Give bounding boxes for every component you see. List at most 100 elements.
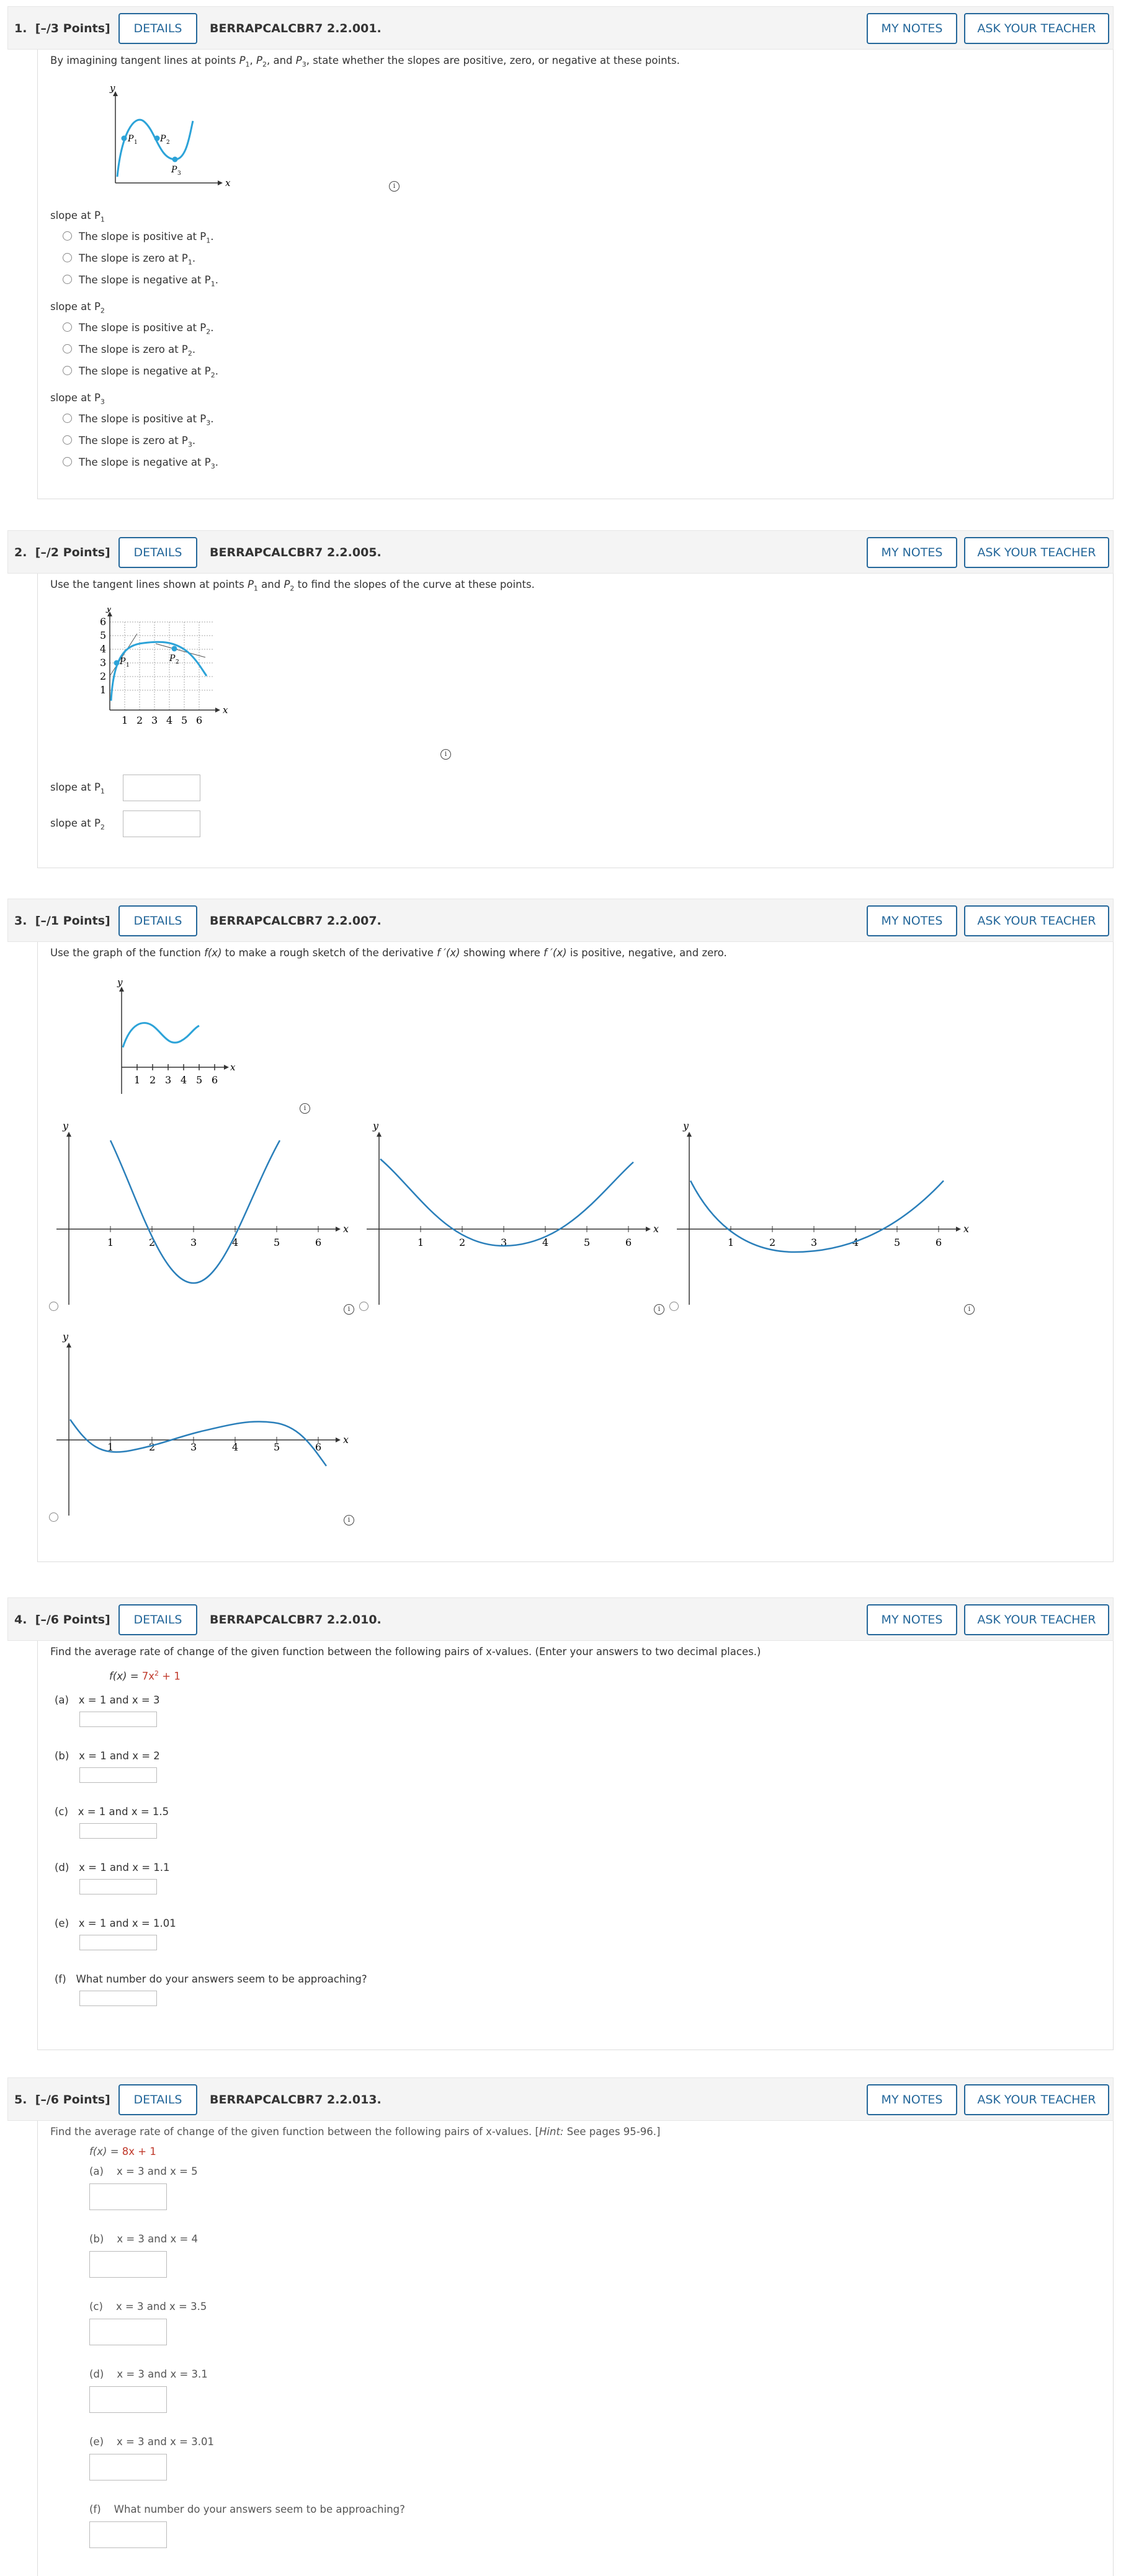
svg-text:2: 2 [150, 1074, 156, 1086]
part-e-label: (e) x = 1 and x = 1.01 [55, 1917, 176, 1929]
slope-p2-input[interactable] [123, 811, 200, 837]
info-icon[interactable]: i [389, 181, 400, 192]
radio-zero-p2[interactable] [63, 344, 72, 353]
question-number: 4. [–/6 Points] [14, 1613, 110, 1627]
function-expression: f(x) = 8x + 1 [89, 2146, 156, 2157]
option-label: The slope is negative at P3. [79, 456, 218, 471]
ask-teacher-button[interactable]: ASK YOUR TEACHER [964, 537, 1109, 568]
svg-text:y: y [682, 1122, 689, 1132]
info-icon[interactable]: i [344, 1304, 354, 1315]
answer-input-f[interactable] [89, 2521, 167, 2548]
choice-radio-1[interactable] [49, 1302, 58, 1311]
slope-group-label: slope at P1 [50, 210, 105, 224]
my-notes-button[interactable]: MY NOTES [867, 537, 957, 568]
radio-zero-p3[interactable] [63, 435, 72, 445]
slope-p2-label: slope at P2 [50, 817, 105, 832]
radio-negative-p2[interactable] [63, 366, 72, 375]
question-1-body: By imagining tangent lines at points P1,… [37, 50, 1114, 499]
svg-text:2: 2 [176, 659, 179, 665]
svg-text:4: 4 [166, 714, 172, 726]
tangent-graph: y x 65 43 21 12 34 56 P1 P2 [100, 608, 228, 726]
slope-p1-input[interactable] [123, 775, 200, 801]
svg-text:2: 2 [459, 1237, 465, 1248]
choice-radio-3[interactable] [669, 1302, 679, 1311]
part-e-label: (e) x = 3 and x = 3.01 [89, 2436, 214, 2448]
answer-input-a[interactable] [79, 1712, 157, 1727]
svg-text:5: 5 [274, 1441, 280, 1453]
my-notes-button[interactable]: MY NOTES [867, 1604, 957, 1635]
answer-input-e[interactable] [79, 1935, 157, 1950]
svg-text:5: 5 [274, 1237, 280, 1248]
answer-input-d[interactable] [89, 2386, 167, 2413]
point-p1 [121, 135, 127, 141]
slope-group-label: slope at P2 [50, 301, 105, 315]
radio-positive-p1[interactable] [63, 231, 72, 241]
info-icon[interactable]: i [300, 1103, 310, 1114]
my-notes-button[interactable]: MY NOTES [867, 905, 957, 936]
radio-zero-p1[interactable] [63, 253, 72, 262]
svg-text:3: 3 [190, 1237, 197, 1248]
info-icon[interactable]: i [440, 749, 451, 760]
question-prompt: Find the average rate of change of the g… [50, 2126, 661, 2138]
svg-text:1: 1 [100, 684, 106, 696]
choice-graph-4: y x 123456 [56, 1333, 349, 1516]
part-f-label: (f) What number do your answers seem to … [55, 1973, 367, 1985]
details-button[interactable]: DETAILS [118, 537, 197, 568]
answer-input-a[interactable] [89, 2183, 167, 2210]
part-a-label: (a) x = 1 and x = 3 [55, 1694, 160, 1706]
answer-input-b[interactable] [89, 2251, 167, 2278]
part-d-label: (d) x = 1 and x = 1.1 [55, 1862, 170, 1873]
ask-teacher-button[interactable]: ASK YOUR TEACHER [964, 2084, 1109, 2115]
svg-text:y: y [62, 1122, 69, 1132]
radio-positive-p3[interactable] [63, 414, 72, 423]
choice-graph-1: y x 123456 [56, 1122, 349, 1305]
question-prompt: By imagining tangent lines at points P1,… [50, 55, 680, 69]
option-label: The slope is negative at P1. [79, 274, 218, 288]
details-button[interactable]: DETAILS [118, 2084, 197, 2115]
answer-input-f[interactable] [79, 1991, 157, 2006]
svg-text:6: 6 [100, 616, 106, 628]
question-4-header: 4. [–/6 Points] DETAILS BERRAPCALCBR7 2.… [7, 1597, 1114, 1641]
svg-text:1: 1 [418, 1237, 424, 1248]
ask-teacher-button[interactable]: ASK YOUR TEACHER [964, 905, 1109, 936]
choice-radio-4[interactable] [49, 1512, 58, 1522]
answer-input-c[interactable] [79, 1823, 157, 1839]
info-icon[interactable]: i [344, 1515, 354, 1526]
details-button[interactable]: DETAILS [118, 1604, 197, 1635]
ask-teacher-button[interactable]: ASK YOUR TEACHER [964, 13, 1109, 44]
part-d-label: (d) x = 3 and x = 3.1 [89, 2368, 208, 2380]
question-code: BERRAPCALCBR7 2.2.001. [210, 22, 382, 35]
radio-positive-p2[interactable] [63, 322, 72, 332]
my-notes-button[interactable]: MY NOTES [867, 13, 957, 44]
svg-text:y: y [117, 979, 123, 988]
slope-group-label: slope at P3 [50, 392, 105, 406]
answer-input-e[interactable] [89, 2454, 167, 2481]
info-icon[interactable]: i [654, 1304, 664, 1315]
answer-input-d[interactable] [79, 1879, 157, 1894]
option-label: The slope is positive at P3. [79, 413, 214, 427]
svg-text:1: 1 [134, 140, 138, 146]
question-2-body: Use the tangent lines shown at points P1… [37, 574, 1114, 868]
radio-negative-p1[interactable] [63, 275, 72, 284]
info-icon[interactable]: i [964, 1304, 975, 1315]
details-button[interactable]: DETAILS [118, 905, 197, 936]
svg-text:y: y [372, 1122, 379, 1132]
svg-text:5: 5 [584, 1237, 590, 1248]
question-5-header: 5. [–/6 Points] DETAILS BERRAPCALCBR7 2.… [7, 2077, 1114, 2121]
radio-negative-p3[interactable] [63, 457, 72, 466]
ask-teacher-button[interactable]: ASK YOUR TEACHER [964, 1604, 1109, 1635]
svg-text:2: 2 [136, 714, 143, 726]
question-4-body: Find the average rate of change of the g… [37, 1641, 1114, 2050]
question-code: BERRAPCALCBR7 2.2.010. [210, 1613, 382, 1627]
choice-radio-2[interactable] [359, 1302, 368, 1311]
part-f-label: (f) What number do your answers seem to … [89, 2503, 405, 2515]
svg-text:6: 6 [936, 1237, 942, 1248]
x-axis-label: x [225, 177, 231, 189]
svg-text:3: 3 [100, 657, 106, 668]
answer-input-b[interactable] [79, 1767, 157, 1783]
my-notes-button[interactable]: MY NOTES [867, 2084, 957, 2115]
details-button[interactable]: DETAILS [118, 13, 197, 44]
answer-input-c[interactable] [89, 2319, 167, 2345]
svg-text:4: 4 [232, 1441, 238, 1453]
question-number: 5. [–/6 Points] [14, 2093, 110, 2107]
